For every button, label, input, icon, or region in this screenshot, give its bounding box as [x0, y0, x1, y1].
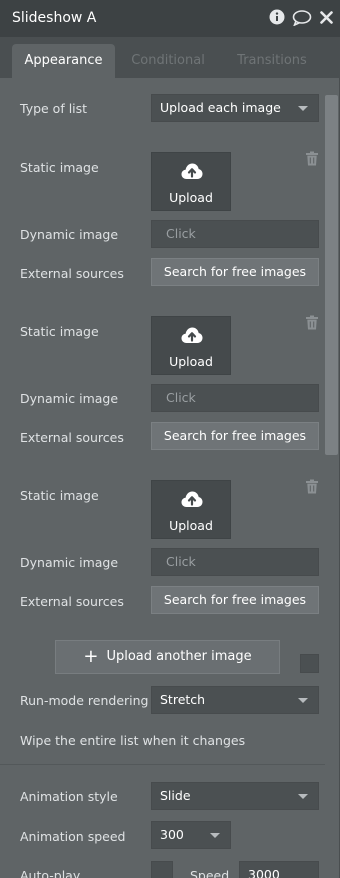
upload-label: Upload: [169, 518, 213, 533]
caret-down-icon: [210, 833, 220, 838]
animation-speed-value: 300: [160, 827, 184, 842]
dynamic-image-input[interactable]: Click: [151, 548, 319, 576]
dynamic-image-input[interactable]: Click: [151, 384, 319, 412]
animation-speed-select[interactable]: 300: [151, 821, 231, 849]
dynamic-image-label: Dynamic image: [20, 391, 119, 406]
upload-label: Upload: [169, 354, 213, 369]
external-sources-label: External sources: [20, 430, 124, 445]
run-mode-rendering-value: Stretch: [160, 692, 206, 707]
trash-icon[interactable]: [305, 151, 319, 169]
speed-label: Speed: [190, 868, 230, 878]
dynamic-image-label: Dynamic image: [20, 227, 119, 242]
comment-icon[interactable]: [292, 10, 312, 29]
tab-conditional[interactable]: Conditional: [122, 44, 214, 78]
animation-speed-label: Animation speed: [20, 829, 126, 844]
panel-header: Slideshow A: [0, 0, 340, 37]
upload-another-image-button[interactable]: + Upload another image: [55, 640, 280, 674]
caret-down-icon: [298, 794, 308, 799]
panel-content: Type of list Upload each image Static im…: [0, 78, 340, 878]
auto-play-checkbox[interactable]: [151, 861, 173, 878]
animation-style-label: Animation style: [20, 789, 118, 804]
search-free-images-button[interactable]: Search for free images: [151, 586, 319, 614]
caret-down-icon: [298, 698, 308, 703]
run-mode-rendering-select[interactable]: Stretch: [151, 686, 319, 714]
tab-appearance[interactable]: Appearance: [12, 44, 115, 78]
upload-button[interactable]: Upload: [151, 480, 231, 539]
type-of-list-value: Upload each image: [160, 100, 281, 115]
wipe-list-checkbox[interactable]: [300, 654, 319, 673]
tab-transitions[interactable]: Transitions: [226, 44, 318, 78]
run-mode-rendering-label: Run-mode rendering: [20, 693, 149, 708]
section-divider: [0, 764, 325, 765]
scrollbar-thumb[interactable]: [325, 95, 338, 455]
animation-style-value: Slide: [160, 788, 191, 803]
trash-icon[interactable]: [305, 315, 319, 333]
external-sources-label: External sources: [20, 266, 124, 281]
static-image-label: Static image: [20, 488, 99, 503]
upload-button[interactable]: Upload: [151, 152, 231, 211]
plus-icon: +: [83, 646, 99, 667]
static-image-label: Static image: [20, 324, 99, 339]
cloud-upload-icon: [181, 327, 203, 343]
upload-another-label: Upload another image: [106, 649, 252, 664]
external-sources-label: External sources: [20, 594, 124, 609]
wipe-list-label: Wipe the entire list when it changes: [20, 733, 246, 748]
dynamic-image-label: Dynamic image: [20, 555, 119, 570]
property-editor-panel: Slideshow A Appearance Conditional Trans…: [0, 0, 340, 878]
type-of-list-select[interactable]: Upload each image: [151, 94, 319, 122]
dynamic-image-input[interactable]: Click: [151, 220, 319, 248]
auto-play-label: Auto-play: [20, 868, 81, 878]
trash-icon[interactable]: [305, 479, 319, 497]
upload-label: Upload: [169, 190, 213, 205]
panel-title: Slideshow A: [12, 10, 97, 26]
type-of-list-label: Type of list: [20, 101, 88, 116]
tab-bar: Appearance Conditional Transitions: [0, 37, 340, 78]
info-icon[interactable]: [269, 9, 285, 28]
upload-button[interactable]: Upload: [151, 316, 231, 375]
static-image-label: Static image: [20, 160, 99, 175]
speed-input[interactable]: 3000: [239, 861, 319, 878]
close-icon[interactable]: [320, 11, 333, 27]
search-free-images-button[interactable]: Search for free images: [151, 258, 319, 286]
animation-style-select[interactable]: Slide: [151, 782, 319, 810]
cloud-upload-icon: [181, 163, 203, 179]
search-free-images-button[interactable]: Search for free images: [151, 422, 319, 450]
cloud-upload-icon: [181, 491, 203, 507]
caret-down-icon: [298, 106, 308, 111]
